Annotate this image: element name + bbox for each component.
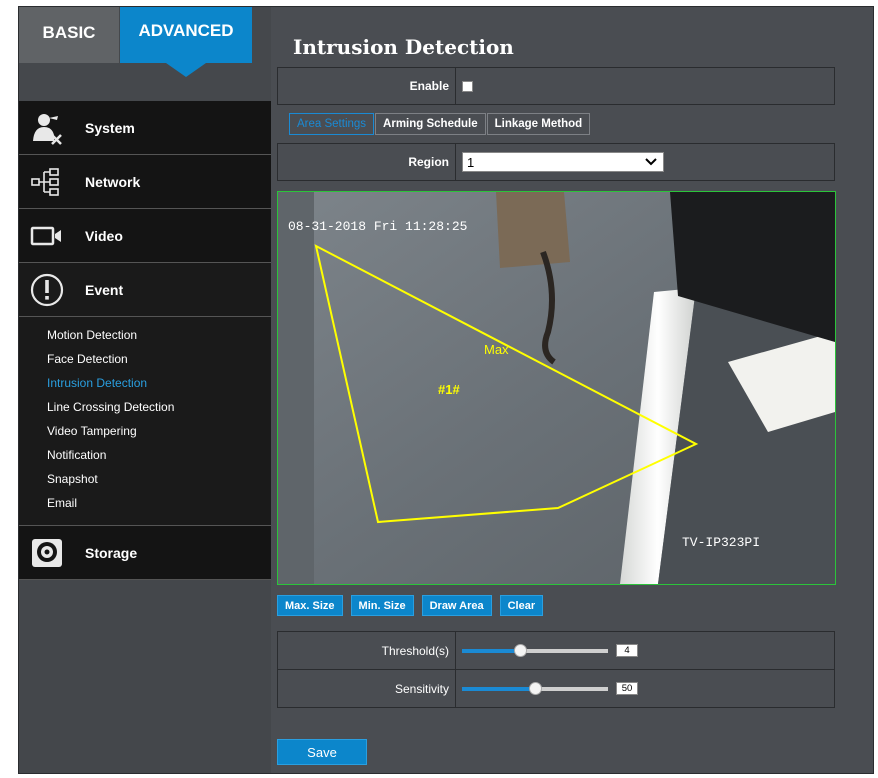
save-button[interactable]: Save [277,739,367,765]
storage-disk-icon [19,526,75,580]
network-topology-icon [19,155,75,209]
main-content: Intrusion Detection Enable Area Settings… [271,7,873,773]
tab-linkage-method[interactable]: Linkage Method [486,113,591,135]
threshold-slider[interactable] [462,643,608,657]
sensitivity-slider-fill [462,686,535,691]
threshold-label: Threshold(s) [278,632,456,669]
submenu-email[interactable]: Email [47,491,271,515]
enable-cell [456,68,834,104]
osd-timestamp: 08-31-2018 Fri 11:28:25 [288,219,467,234]
video-camera-icon [19,209,75,263]
region-cell: 1 [456,144,834,180]
submenu-snapshot[interactable]: Snapshot [47,467,271,491]
bag-shape [496,192,570,268]
alert-exclamation-icon [19,263,75,317]
sensitivity-slider-handle[interactable] [529,681,542,695]
video-preview[interactable]: 08-31-2018 Fri 11:28:25 TV-IP323PI Max #… [277,191,836,585]
enable-row: Enable [277,67,835,105]
chevron-down-icon [645,158,657,166]
sidebar-item-system[interactable]: System [19,101,271,155]
area-number-label: #1# [438,382,460,397]
enable-checkbox[interactable] [462,80,473,92]
area-buttons: Max. Size Min. Size Draw Area Clear [277,595,551,616]
sensitivity-slider[interactable] [462,681,608,695]
event-submenu: Motion Detection Face Detection Intrusio… [19,317,271,526]
sidebar-spacer [19,63,271,101]
tab-area-settings[interactable]: Area Settings [289,113,375,135]
app-frame: BASIC ADVANCED System Network Video Even… [18,6,874,774]
submenu-notification[interactable]: Notification [47,443,271,467]
sidebar-item-video[interactable]: Video [19,209,271,263]
mode-tabbar: BASIC ADVANCED [19,7,271,63]
left-wall [278,192,314,584]
submenu-intrusion-detection[interactable]: Intrusion Detection [47,371,271,395]
threshold-value[interactable]: 4 [616,644,638,657]
max-size-button[interactable]: Max. Size [277,595,343,616]
submenu-face-detection[interactable]: Face Detection [47,347,271,371]
threshold-row: Threshold(s) 4 [277,631,835,670]
region-label: Region [278,144,456,180]
submenu-motion-detection[interactable]: Motion Detection [47,323,271,347]
sidebar-item-label: System [85,119,135,136]
sidebar-item-label: Event [85,281,124,298]
page-title: Intrusion Detection [293,35,514,59]
region-select-value: 1 [467,154,475,170]
clear-button[interactable]: Clear [499,595,544,616]
sidebar-item-network[interactable]: Network [19,155,271,209]
threshold-cell: 4 [456,632,834,669]
sensitivity-row: Sensitivity 50 [277,669,835,708]
submenu-line-crossing-detection[interactable]: Line Crossing Detection [47,395,271,419]
sensitivity-label: Sensitivity [278,670,456,707]
region-row: Region 1 [277,143,835,181]
video-preview-canvas: 08-31-2018 Fri 11:28:25 TV-IP323PI Max #… [278,192,835,584]
system-user-icon [19,101,75,155]
tab-arming-schedule[interactable]: Arming Schedule [375,113,486,135]
tab-advanced[interactable]: ADVANCED [120,7,252,63]
sidebar-item-label: Video [85,227,123,244]
sidebar-menu: System Network Video Event Motion Detect… [19,101,281,580]
enable-label: Enable [278,68,456,104]
sidebar-item-storage[interactable]: Storage [19,526,271,580]
sensitivity-value[interactable]: 50 [616,682,638,695]
tab-basic[interactable]: BASIC [19,7,119,63]
region-select[interactable]: 1 [462,152,664,172]
threshold-slider-handle[interactable] [514,643,528,657]
tab-active-pointer [166,63,206,77]
sensitivity-cell: 50 [456,670,834,707]
sidebar-item-label: Network [85,173,141,190]
draw-area-button[interactable]: Draw Area [421,595,492,616]
max-size-label: Max [484,342,509,357]
sidebar-item-event[interactable]: Event [19,263,281,317]
min-size-button[interactable]: Min. Size [350,595,414,616]
camera-name: TV-IP323PI [682,535,760,550]
submenu-video-tampering[interactable]: Video Tampering [47,419,271,443]
sidebar-item-label: Storage [85,544,138,561]
sidebar: BASIC ADVANCED System Network Video Even… [19,7,281,773]
threshold-slider-fill [462,648,521,653]
settings-tabs: Area Settings Arming Schedule Linkage Me… [289,113,591,135]
